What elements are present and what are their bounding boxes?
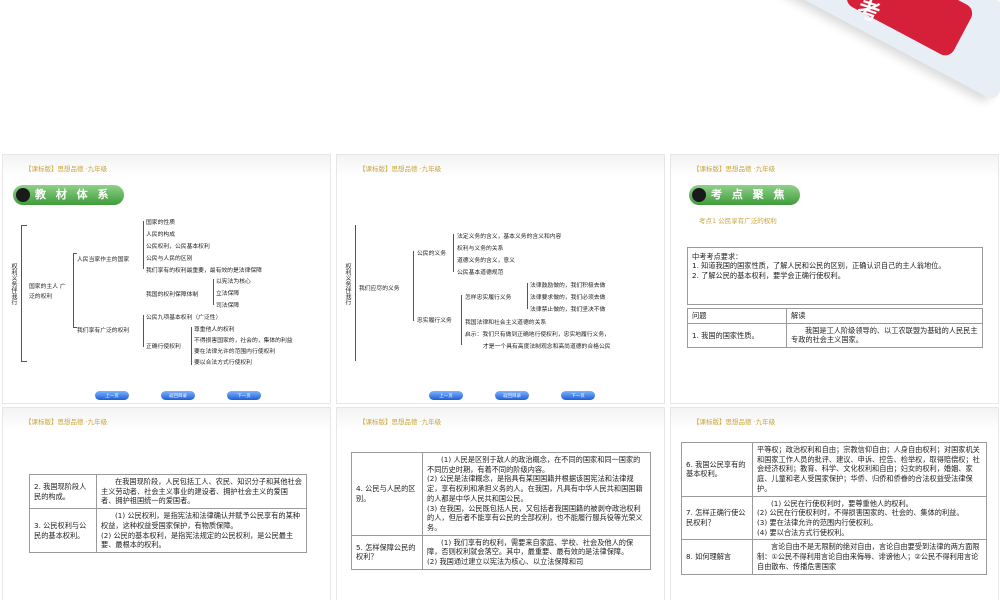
tree-node: 公民的义务: [417, 251, 446, 257]
tree-leaf: 法律禁止做的，我们坚决不做: [530, 307, 606, 313]
tree-leaf: 权利与义务的关系: [457, 246, 504, 252]
tree-leaf: 启示：我们只有做到正确地行使权利，忠实地履行义务，: [465, 332, 610, 338]
table-header-row: 问题 解读: [687, 308, 983, 324]
table-row: 5. 怎样保障公民的权利？ (1) 我们享有的权利，需要来自家庭、学校、社会及他…: [351, 534, 651, 570]
answer-cell: 在我国现阶段，人民包括工人、农民、知识分子和其他社会主义劳动者、社会主义事业的建…: [96, 473, 307, 510]
question-cell: 7. 怎样正确行使公民权利？: [681, 495, 753, 541]
slide-3-exam-focus[interactable]: 【课标版】思想品德 ·九年级 考 点 聚 焦 考点1 公民享有广泛的权利 中考考…: [671, 155, 998, 403]
qa-table: 6. 我国公民享有的基本权利。 平等权；政治权利和自由；宗教信仰自由；人身自由权…: [681, 442, 987, 575]
table-row: 2. 我国现阶段人民的构成。 在我国现阶段，人民包括工人、农民、知识分子和其他社…: [29, 473, 307, 510]
tree-leaf: 尊重他人的权利: [194, 327, 235, 333]
next-page-button[interactable]: 下一页: [561, 391, 595, 400]
requirement-item: 1. 知道我国的国家性质，了解人民和公民的区别，正确认识自己的主人翁地位。: [692, 261, 946, 271]
tree-leaf: 国家的性质: [146, 220, 175, 226]
slide-6-qa[interactable]: 【课标版】思想品德 ·九年级 6. 我国公民享有的基本权利。 平等权；政治权利和…: [671, 408, 998, 600]
tree-node: 正确行使权利: [146, 344, 181, 350]
tree-leaf: 法律鼓励做的，我们积极去做: [530, 283, 606, 289]
table-row: 3. 公民权利与公民的基本权利。 (1) 公民权利，是指宪法和法律确认并赋予公民…: [29, 508, 307, 554]
answer-cell: (1) 我们享有的权利，需要来自家庭、学校、社会及他人的保障，否则权利就会落空。…: [422, 534, 651, 570]
question-cell: 8. 如何理解言: [681, 539, 753, 575]
slide-header: 【课标版】思想品德 ·九年级: [25, 418, 108, 426]
question-cell: 2. 我国现阶段人民的构成。: [29, 473, 97, 510]
qa-table: 2. 我国现阶段人民的构成。 在我国现阶段，人民包括工人、农民、知识分子和其他社…: [29, 473, 307, 554]
next-page-button[interactable]: 下一页: [227, 391, 261, 400]
tree-leaf: 以宪法为核心: [216, 279, 251, 285]
column-header: 解读: [786, 308, 983, 324]
slide-header: 【课标版】思想品德 ·九年级: [359, 165, 442, 173]
question-cell: 4. 公民与人民的区别。: [351, 452, 423, 536]
table-row: 1. 我国的国家性质。 我国是工人阶级领导的、以工农联盟为基础的人民民主专政的社…: [687, 322, 983, 349]
tree-leaf: 公民与人民的区别: [146, 256, 193, 262]
toc-button[interactable]: 返回目录: [495, 391, 529, 400]
tree-leaf: 立法保障: [216, 291, 240, 297]
slide-1-textbook-system[interactable]: 【课标版】思想品德 ·九年级 教 材 体 系 权利义务伴我行 国家的主人 广泛的…: [3, 155, 330, 403]
answer-cell: 平等权；政治权利和自由；宗教信仰自由；人身自由权利；对国家机关和国家工作人员的批…: [752, 442, 987, 497]
tree-leaf: 公民基本道德规范: [457, 270, 504, 276]
exam-logo: [782, 0, 1000, 102]
slide-nav: 上一页 返回目录 下一页: [95, 391, 275, 401]
tree-leaf: 法律要求做的，我们必须去做: [530, 295, 606, 301]
tree-leaf: 公民九项基本权利（广泛性）: [146, 315, 222, 321]
tree-node: 我国的权利保障体制: [146, 292, 199, 298]
tree-root: 权利义务伴我行: [10, 263, 17, 305]
requirement-item: 2. 了解公民的基本权利，要学会正确行使权利。: [692, 270, 845, 280]
tree-leaf: 法定义务的含义，基本义务的含义和内容: [457, 234, 562, 240]
table-row: 6. 我国公民享有的基本权利。 平等权；政治权利和自由；宗教信仰自由；人身自由权…: [681, 442, 987, 497]
tree-leaf: 要在法律允许的范围内行使权利: [194, 349, 276, 355]
slide-header: 【课标版】思想品德 ·九年级: [693, 418, 776, 426]
answer-cell: (1) 公民在行使权利时，要尊重他人的权利。 (2) 公民在行使权利时，不得损害…: [752, 495, 987, 541]
tree-leaf: 司法保障: [216, 303, 240, 309]
table-row: 8. 如何理解言 言论自由不是无限制的绝对自由，言论自由要受到法律的两方面限制：…: [681, 539, 987, 575]
toc-button[interactable]: 返回目录: [161, 391, 195, 400]
table-row: 7. 怎样正确行使公民权利？ (1) 公民在行使权利时，要尊重他人的权利。 (2…: [681, 495, 987, 541]
slide-5-qa[interactable]: 【课标版】思想品德 ·九年级 4. 公民与人民的区别。 (1) 人民是区别于敌人…: [337, 408, 664, 600]
tree-leaf: 不得损害国家的，社会的，集体的利益: [194, 338, 293, 344]
tree-leaf: 要以合法方式行使权利: [194, 360, 252, 366]
tree-leaf: 道德义务的含义，意义: [457, 258, 515, 264]
slide-header: 【课标版】思想品德 ·九年级: [25, 165, 108, 173]
table-row: 4. 公民与人民的区别。 (1) 人民是区别于敌人的政治概念，在不同的国家和同一…: [351, 452, 651, 536]
column-header: 问题: [687, 308, 787, 324]
tree-branch: 我们应尽的义务: [359, 286, 400, 292]
tree-leaf: 我国法律和社会主义道德的关系: [465, 320, 547, 326]
tree-root: 权利义务伴我行: [344, 263, 351, 305]
topic-label: 考点1 公民享有广泛的权利: [699, 217, 777, 225]
qa-table: 问题 解读 1. 我国的国家性质。 我国是工人阶级领导的、以工农联盟为基础的人民…: [687, 308, 983, 349]
badge-dot-icon: [16, 188, 30, 202]
qa-table: 4. 公民与人民的区别。 (1) 人民是区别于敌人的政治概念，在不同的国家和同一…: [351, 452, 651, 570]
answer-cell: 我国是工人阶级领导的、以工农联盟为基础的人民民主专政的社会主义国家。: [786, 322, 983, 349]
tree-leaf: 我们享有的权利最重要，最有效的是法律保障: [146, 268, 262, 274]
tree-leaf: 人民的构成: [146, 232, 175, 238]
slide-nav: 上一页 返回目录 下一页: [429, 391, 609, 401]
slide-2-duties-tree[interactable]: 【课标版】思想品德 ·九年级 权利义务伴我行 我们应尽的义务 公民的义务 法定义…: [337, 155, 664, 403]
slide-4-qa[interactable]: 【课标版】思想品德 ·九年级 2. 我国现阶段人民的构成。 在我国现阶段，人民包…: [3, 408, 330, 600]
tree-branch-1: 国家的主人 广泛的权利: [29, 284, 66, 300]
section-badge: 考 点 聚 焦: [689, 185, 800, 205]
question-cell: 6. 我国公民享有的基本权利。: [681, 442, 753, 497]
tree-node: 忠实履行义务: [417, 318, 452, 324]
top-banner: 考: [0, 0, 1000, 150]
section-badge: 教 材 体 系: [13, 185, 124, 205]
slide-header: 【课标版】思想品德 ·九年级: [693, 165, 776, 173]
prev-page-button[interactable]: 上一页: [95, 391, 129, 400]
requirements-box: 中考考点要求： 1. 知道我国的国家性质，了解人民和公民的区别，正确认识自己的主…: [687, 247, 983, 305]
question-cell: 3. 公民权利与公民的基本权利。: [29, 508, 97, 554]
tree-leaf: 才是一个具有高度法制观念和高尚道德的合格公民: [483, 344, 611, 350]
slide-header: 【课标版】思想品德 ·九年级: [359, 418, 442, 426]
tree-node: 人民当家作主的国家: [77, 257, 130, 263]
tree-node: 怎样忠实履行义务: [465, 295, 512, 301]
answer-cell: (1) 公民权利，是指宪法和法律确认并赋予公民享有的某种权益，这种权益受国家保护…: [96, 508, 307, 554]
prev-page-button[interactable]: 上一页: [429, 391, 463, 400]
answer-cell: 言论自由不是无限制的绝对自由，言论自由要受到法律的两方面限制：①公民不得利用言论…: [752, 539, 987, 575]
badge-dot-icon: [692, 188, 706, 202]
question-cell: 1. 我国的国家性质。: [687, 322, 787, 349]
question-cell: 5. 怎样保障公民的权利？: [351, 534, 423, 570]
tree-node: 我们享有广泛的权利: [77, 328, 130, 334]
answer-cell: (1) 人民是区别于敌人的政治概念，在不同的国家和同一国家的不同历史时期，有着不…: [422, 452, 651, 536]
tree-leaf: 公民权利，公民基本权利: [146, 244, 210, 250]
requirements-title: 中考考点要求：: [692, 252, 743, 261]
